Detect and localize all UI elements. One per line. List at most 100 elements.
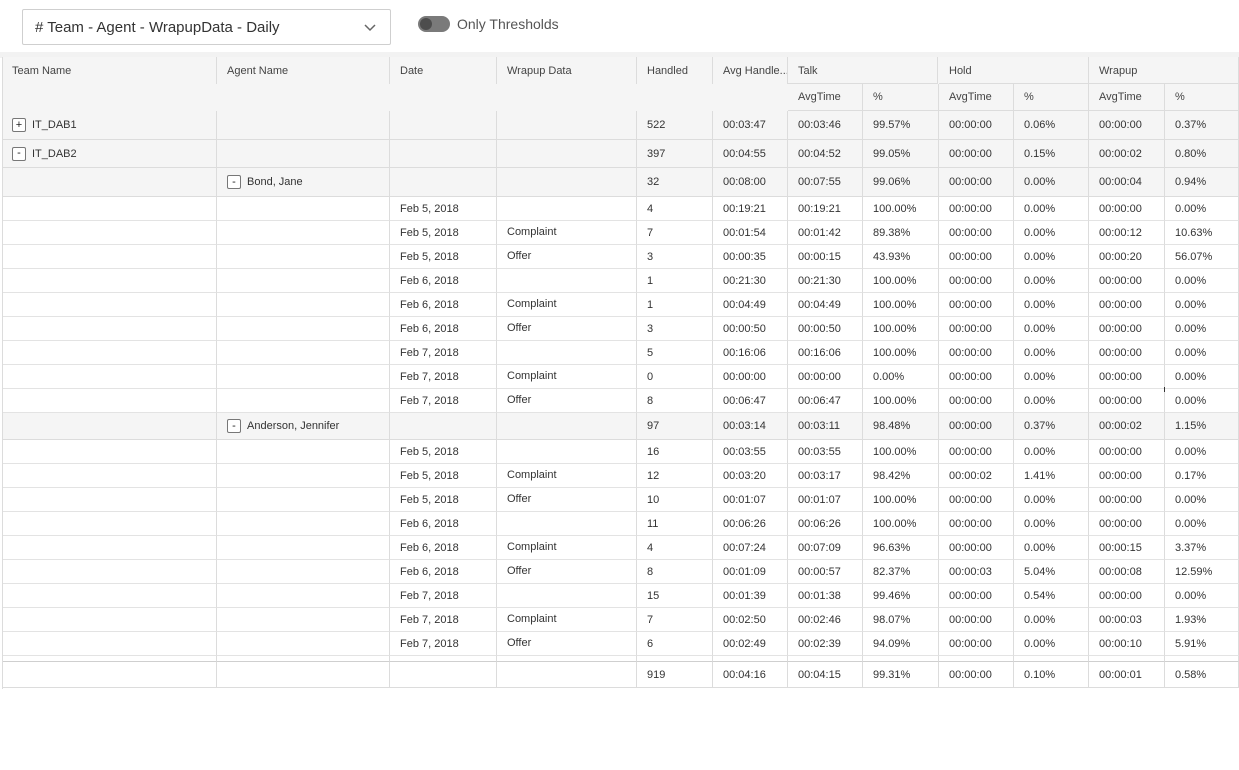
- table-row: Feb 7, 2018 Offer 6 00:02:49 00:02:39 94.09% 0…: [2, 632, 1239, 656]
- cell-avg-handle: 00:06:47: [713, 389, 788, 413]
- cell-wrap-avg: 00:00:04: [1089, 168, 1165, 197]
- cell-agent[interactable]: - Bond, Jane: [217, 168, 390, 197]
- cell-agent: [217, 140, 390, 168]
- table-row: Feb 7, 2018 5 00:16:06 00:16:06 100.00% 00:00…: [2, 341, 1239, 365]
- cell-date: Feb 5, 2018: [390, 197, 497, 221]
- cell-team[interactable]: - IT_DAB2: [2, 140, 217, 168]
- cell-hold-avg: 00:00:00: [939, 365, 1014, 389]
- cell-hold-avg: 00:00:00: [939, 293, 1014, 317]
- cell-avg-handle: 00:01:07: [713, 488, 788, 512]
- cell-wrap-avg: 00:00:00: [1089, 584, 1165, 608]
- collapse-icon[interactable]: -: [227, 175, 241, 189]
- table-row: Feb 6, 2018 1 00:21:30 00:21:30 100.00% 00:00…: [2, 269, 1239, 293]
- cell-date: Feb 7, 2018: [390, 608, 497, 632]
- cell-hold-avg: 00:00:00: [939, 608, 1014, 632]
- cell-handled: 3: [637, 245, 713, 269]
- cell-avg-handle: 00:00:00: [713, 365, 788, 389]
- cell-wrapup: Offer: [497, 317, 637, 341]
- only-thresholds-toggle[interactable]: [418, 16, 450, 32]
- cell-agent[interactable]: - Anderson, Jennifer: [217, 413, 390, 440]
- team-name: IT_DAB2: [32, 147, 77, 160]
- cell-date: Feb 7, 2018: [390, 365, 497, 389]
- cell-wrap-pct: 0.80%: [1165, 140, 1239, 168]
- cell-wrap-avg: 00:00:00: [1089, 512, 1165, 536]
- cell-agent: [217, 584, 390, 608]
- cell-wrapup: [497, 197, 637, 221]
- cell-date: Feb 5, 2018: [390, 221, 497, 245]
- cell-agent: [217, 632, 390, 656]
- cell-date: Feb 6, 2018: [390, 536, 497, 560]
- cell-date: Feb 7, 2018: [390, 389, 497, 413]
- cell-talk-pct: 98.07%: [863, 608, 939, 632]
- cell-team[interactable]: + IT_DAB1: [2, 111, 217, 140]
- cell-hold-pct: 0.00%: [1014, 536, 1089, 560]
- table-row: Feb 5, 2018 Complaint 12 00:03:20 00:03:17 98…: [2, 464, 1239, 488]
- total-wrapup: [497, 662, 637, 688]
- cell-talk-pct: 0.00%: [863, 365, 939, 389]
- cell-handled: 5: [637, 341, 713, 365]
- cursor-mark: [1164, 387, 1165, 392]
- cell-wrap-avg: 00:00:00: [1089, 365, 1165, 389]
- cell-team: [2, 269, 217, 293]
- cell-hold-pct: 0.00%: [1014, 632, 1089, 656]
- total-wrap-avg: 00:00:01: [1089, 662, 1165, 688]
- col-header-pct[interactable]: %: [863, 84, 939, 111]
- cell-avg-handle: 00:19:21: [713, 197, 788, 221]
- cell-hold-avg: 00:00:00: [939, 488, 1014, 512]
- cell-date: Feb 6, 2018: [390, 560, 497, 584]
- cell-avg-handle: 00:00:35: [713, 245, 788, 269]
- cell-talk-pct: 98.42%: [863, 464, 939, 488]
- cell-handled: 15: [637, 584, 713, 608]
- collapse-icon[interactable]: -: [227, 419, 241, 433]
- cell-handled: 32: [637, 168, 713, 197]
- cell-handled: 97: [637, 413, 713, 440]
- cell-hold-avg: 00:00:00: [939, 389, 1014, 413]
- cell-team: [2, 608, 217, 632]
- cell-agent: [217, 536, 390, 560]
- cell-talk-avg: 00:00:15: [788, 245, 863, 269]
- cell-hold-avg: 00:00:00: [939, 140, 1014, 168]
- team-row: - IT_DAB2 397 00:04:55 00:04:52 99.05% 00:00:0…: [2, 140, 1239, 168]
- cell-hold-avg: 00:00:00: [939, 512, 1014, 536]
- cell-hold-pct: 0.00%: [1014, 512, 1089, 536]
- subheader-row: AvgTime% AvgTime% AvgTime%: [2, 84, 1239, 111]
- cell-wrap-pct: 0.37%: [1165, 111, 1239, 140]
- cell-hold-pct: 0.37%: [1014, 413, 1089, 440]
- collapse-icon[interactable]: -: [12, 146, 26, 161]
- cell-date: Feb 7, 2018: [390, 584, 497, 608]
- col-header-wrapup: Wrapup: [1089, 57, 1239, 84]
- cell-wrap-avg: 00:00:12: [1089, 221, 1165, 245]
- cell-team: [2, 197, 217, 221]
- cell-wrap-pct: 56.07%: [1165, 245, 1239, 269]
- total-talk-pct: 99.31%: [863, 662, 939, 688]
- cell-hold-pct: 0.00%: [1014, 197, 1089, 221]
- total-handled: 919: [637, 662, 713, 688]
- cell-wrap-avg: 00:00:00: [1089, 197, 1165, 221]
- expand-icon[interactable]: +: [12, 118, 26, 132]
- total-avg-handle: 00:04:16: [713, 662, 788, 688]
- col-header-avgtime[interactable]: AvgTime: [788, 84, 863, 111]
- col-header-pct[interactable]: %: [1014, 84, 1089, 111]
- cell-talk-avg: 00:03:11: [788, 413, 863, 440]
- cell-agent: [217, 269, 390, 293]
- col-header-avgtime[interactable]: AvgTime: [1089, 84, 1165, 111]
- cell-date: [390, 140, 497, 168]
- only-thresholds-label: Only Thresholds: [457, 16, 559, 32]
- col-header-pct[interactable]: %: [1165, 84, 1239, 111]
- cell-wrap-pct: 3.37%: [1165, 536, 1239, 560]
- cell-handled: 397: [637, 140, 713, 168]
- cell-agent: [217, 317, 390, 341]
- cell-wrap-pct: 0.00%: [1165, 440, 1239, 464]
- report-select[interactable]: # Team - Agent - WrapupData - Daily: [22, 9, 391, 45]
- cell-wrapup: [497, 413, 637, 440]
- cell-wrap-pct: 0.00%: [1165, 269, 1239, 293]
- cell-talk-avg: 00:06:47: [788, 389, 863, 413]
- col-header-avgtime[interactable]: AvgTime: [939, 84, 1014, 111]
- cell-talk-pct: 100.00%: [863, 341, 939, 365]
- cell-talk-pct: 98.48%: [863, 413, 939, 440]
- table-row: Feb 5, 2018 4 00:19:21 00:19:21 100.00% 00:00…: [2, 197, 1239, 221]
- cell-wrap-pct: 0.00%: [1165, 488, 1239, 512]
- cell-talk-pct: 100.00%: [863, 512, 939, 536]
- table-row: Feb 6, 2018 Offer 8 00:01:09 00:00:57 82.37% 0…: [2, 560, 1239, 584]
- cell-talk-pct: 99.57%: [863, 111, 939, 140]
